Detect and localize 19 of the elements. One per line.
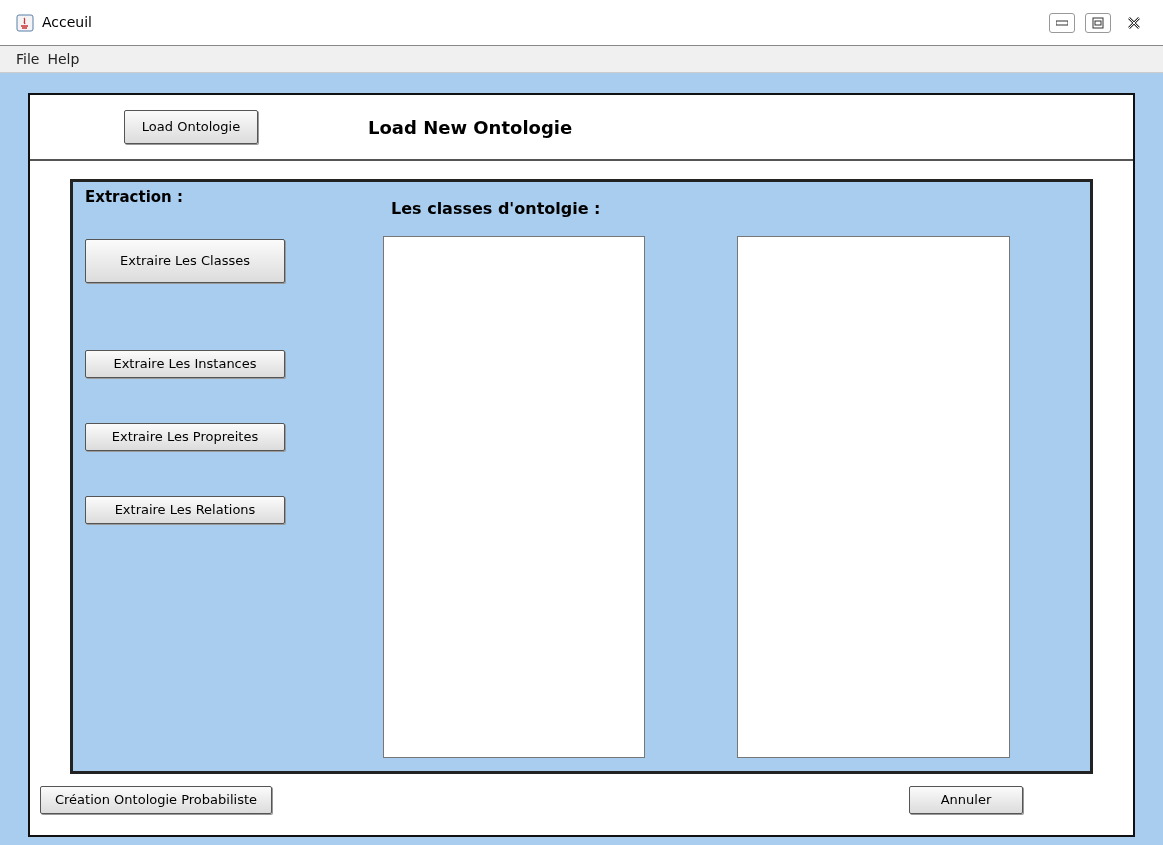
extract-button[interactable]: Extraire Les Relations <box>85 495 285 524</box>
create-ontology-button[interactable]: Création Ontologie Probabiliste <box>40 786 272 814</box>
minimize-button[interactable] <box>1049 12 1075 33</box>
header-title: Load New Ontologie <box>368 115 573 140</box>
extraction-label: Extraction : <box>85 187 185 208</box>
extract-button[interactable]: Extraire Les Instances <box>85 349 285 378</box>
app-icon <box>16 13 34 32</box>
extract-button[interactable]: Extraire Les Classes <box>85 238 285 283</box>
cancel-button[interactable]: Annuler <box>909 786 1023 814</box>
window-title: Acceuil <box>42 13 92 32</box>
minimize-icon <box>1056 19 1068 26</box>
menu-item[interactable]: Help <box>47 48 80 70</box>
extract-button[interactable]: Extraire Les Propreites <box>85 422 285 451</box>
classes-label: Les classes d'ontolgie : <box>391 198 602 220</box>
load-ontology-button[interactable]: Load Ontologie <box>124 110 258 144</box>
close-icon <box>1127 15 1141 30</box>
maximize-icon <box>1092 16 1104 29</box>
maximize-button[interactable] <box>1085 12 1111 33</box>
menu-item[interactable]: File <box>16 48 40 70</box>
